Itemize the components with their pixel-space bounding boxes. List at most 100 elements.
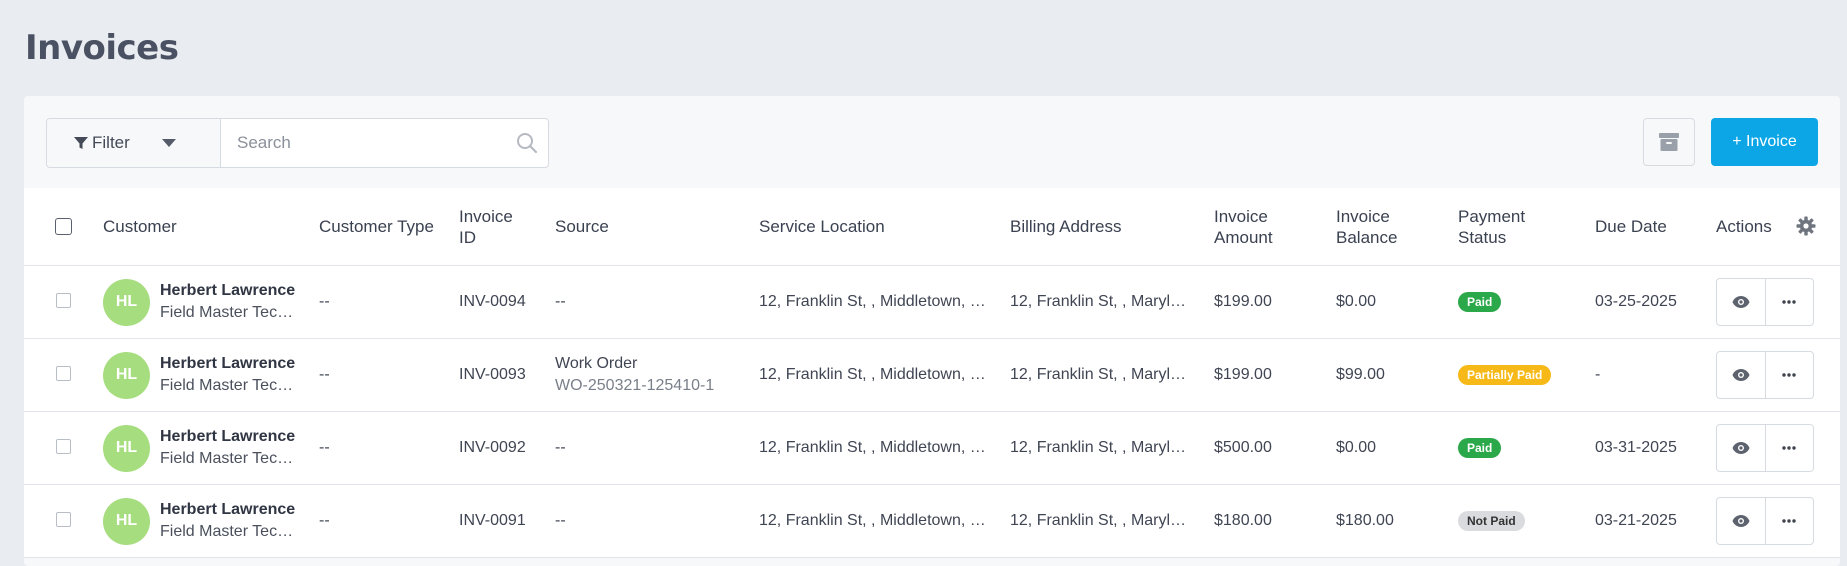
actions-cell xyxy=(1716,412,1814,484)
header-billing-address[interactable]: Billing Address xyxy=(1010,188,1122,265)
billing-address-cell: 12, Franklin St, , Maryland xyxy=(1010,485,1188,557)
customer-name[interactable]: Herbert Lawrence xyxy=(160,499,300,521)
customer-type-cell: -- xyxy=(319,512,330,529)
row-actions xyxy=(1716,497,1814,545)
table-row[interactable]: HL Herbert Lawrence Field Master Technol… xyxy=(24,412,1840,485)
source-cell: Work Order WO-250321-125410-1 xyxy=(555,339,714,411)
ellipsis-icon xyxy=(1782,519,1797,523)
add-invoice-button[interactable]: + Invoice xyxy=(1711,118,1818,166)
page-title: Invoices xyxy=(25,28,179,68)
row-select-cell xyxy=(56,412,71,484)
source-text: -- xyxy=(555,439,566,456)
billing-address-text: 12, Franklin St, , Maryland xyxy=(1010,293,1188,310)
header-service-location[interactable]: Service Location xyxy=(759,188,885,265)
row-checkbox[interactable] xyxy=(56,511,71,527)
avatar: HL xyxy=(103,278,150,326)
search-input[interactable] xyxy=(221,119,548,167)
row-checkbox[interactable] xyxy=(56,292,71,308)
header-customer-type[interactable]: Customer Type xyxy=(319,188,434,265)
filter-search-group: Filter xyxy=(46,118,549,168)
customer-cell[interactable]: HL Herbert Lawrence Field Master Technol… xyxy=(103,266,323,338)
invoice-amount-cell: $199.00 xyxy=(1214,366,1272,383)
source-cell: -- xyxy=(555,266,566,338)
header-invoice-id[interactable]: Invoice ID xyxy=(459,188,513,265)
payment-status-cell: Paid xyxy=(1458,412,1502,484)
customer-cell[interactable]: HL Herbert Lawrence Field Master Technol… xyxy=(103,485,323,557)
eye-icon xyxy=(1732,515,1750,527)
gear-icon[interactable] xyxy=(1796,216,1816,236)
billing-address-cell: 12, Franklin St, , Maryland xyxy=(1010,339,1188,411)
view-button[interactable] xyxy=(1717,425,1765,471)
row-checkbox[interactable] xyxy=(56,438,71,454)
header-payment-status[interactable]: Payment Status xyxy=(1458,188,1525,265)
service-location-cell: 12, Franklin St, , Middletown, Maryland xyxy=(759,485,994,557)
more-button[interactable] xyxy=(1764,279,1813,325)
billing-address-cell: 12, Franklin St, , Maryland xyxy=(1010,412,1188,484)
table-header: Customer Customer Type Invoice ID Source … xyxy=(24,188,1840,266)
table-row[interactable]: HL Herbert Lawrence Field Master Technol… xyxy=(24,339,1840,412)
header-invoice-amount[interactable]: Invoice Amount xyxy=(1214,188,1273,265)
status-badge: Not Paid xyxy=(1458,511,1525,531)
more-button[interactable] xyxy=(1764,498,1813,544)
payment-status-cell: Not Paid xyxy=(1458,485,1525,557)
avatar: HL xyxy=(103,351,150,399)
customer-name[interactable]: Herbert Lawrence xyxy=(160,426,300,448)
status-badge: Paid xyxy=(1458,438,1502,458)
customer-cell[interactable]: HL Herbert Lawrence Field Master Technol… xyxy=(103,339,323,411)
customer-cell[interactable]: HL Herbert Lawrence Field Master Technol… xyxy=(103,412,323,484)
invoice-balance-cell: $0.00 xyxy=(1336,439,1377,456)
header-customer[interactable]: Customer xyxy=(103,188,177,265)
avatar: HL xyxy=(103,424,150,472)
view-button[interactable] xyxy=(1717,279,1765,325)
filter-dropdown[interactable]: Filter xyxy=(47,119,221,167)
row-select-cell xyxy=(56,266,71,338)
archive-button[interactable] xyxy=(1643,118,1695,166)
more-button[interactable] xyxy=(1764,352,1813,398)
header-source[interactable]: Source xyxy=(555,188,609,265)
status-badge: Paid xyxy=(1458,292,1502,312)
service-location-text: 12, Franklin St, , Middletown, Maryland xyxy=(759,366,994,383)
invoice-id-cell[interactable]: INV-0092 xyxy=(459,412,526,484)
select-all-cell xyxy=(55,188,72,265)
row-checkbox[interactable] xyxy=(56,365,71,381)
table-row[interactable]: HL Herbert Lawrence Field Master Technol… xyxy=(24,266,1840,339)
payment-status-cell: Paid xyxy=(1458,266,1502,338)
invoice-id-cell[interactable]: INV-0094 xyxy=(459,266,526,338)
due-date-cell: - xyxy=(1595,366,1601,383)
view-button[interactable] xyxy=(1717,352,1765,398)
source-text: Work Order xyxy=(555,355,638,372)
toolbar: Filter + Invoice xyxy=(24,96,1840,188)
service-location-cell: 12, Franklin St, , Middletown, Maryland xyxy=(759,339,994,411)
source-link[interactable]: WO-250321-125410-1 xyxy=(555,375,714,397)
invoice-amount-cell: $199.00 xyxy=(1214,293,1272,310)
source-cell: -- xyxy=(555,485,566,557)
row-actions xyxy=(1716,278,1814,326)
status-badge: Partially Paid xyxy=(1458,365,1552,385)
header-due-date[interactable]: Due Date xyxy=(1595,188,1667,265)
customer-name[interactable]: Herbert Lawrence xyxy=(160,280,300,302)
invoice-amount-cell: $180.00 xyxy=(1214,512,1272,529)
due-date-cell: 03-21-2025 xyxy=(1595,512,1677,529)
source-text: -- xyxy=(555,293,566,310)
due-date-cell: 03-25-2025 xyxy=(1595,293,1677,310)
search-icon[interactable] xyxy=(516,132,538,154)
customer-name[interactable]: Herbert Lawrence xyxy=(160,353,300,375)
select-all-checkbox[interactable] xyxy=(55,218,72,235)
search-wrap xyxy=(221,119,548,167)
invoice-balance-cell: $99.00 xyxy=(1336,366,1385,383)
more-button[interactable] xyxy=(1764,425,1813,471)
invoices-table: Customer Customer Type Invoice ID Source … xyxy=(24,188,1840,558)
view-button[interactable] xyxy=(1717,498,1765,544)
invoice-id-cell[interactable]: INV-0093 xyxy=(459,339,526,411)
invoice-id-cell[interactable]: INV-0091 xyxy=(459,485,526,557)
row-actions xyxy=(1716,424,1814,472)
billing-address-text: 12, Franklin St, , Maryland xyxy=(1010,366,1188,383)
header-invoice-balance[interactable]: Invoice Balance xyxy=(1336,188,1397,265)
table-row[interactable]: HL Herbert Lawrence Field Master Technol… xyxy=(24,485,1840,558)
service-location-cell: 12, Franklin St, , Middletown, Maryland xyxy=(759,412,994,484)
funnel-icon xyxy=(74,137,88,149)
source-text: -- xyxy=(555,512,566,529)
row-select-cell xyxy=(56,485,71,557)
ellipsis-icon xyxy=(1782,373,1797,377)
avatar: HL xyxy=(103,497,150,545)
